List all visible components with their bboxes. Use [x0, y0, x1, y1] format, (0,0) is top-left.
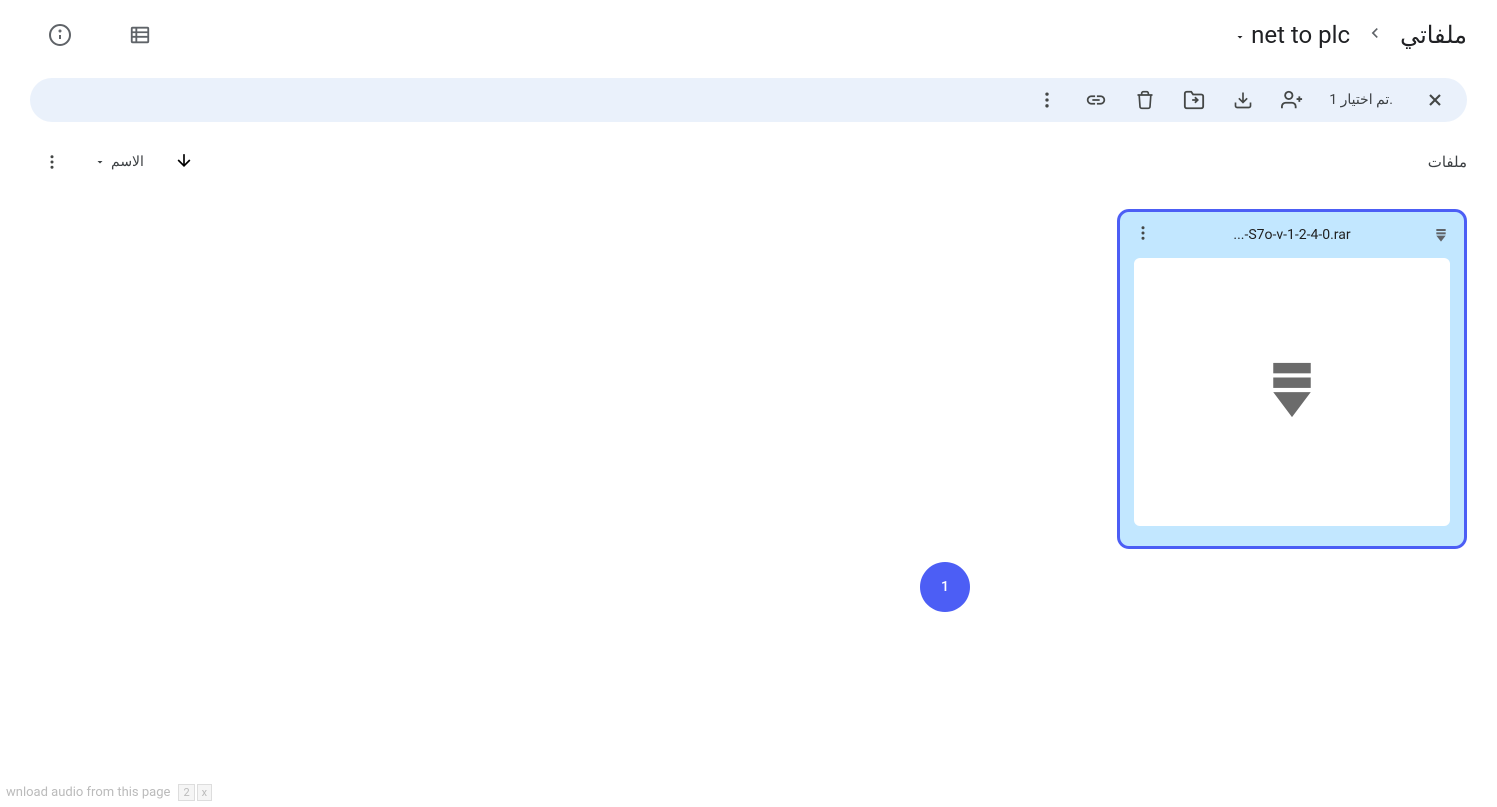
- delete-icon[interactable]: [1133, 88, 1157, 112]
- list-view-icon[interactable]: [120, 15, 160, 55]
- sort-controls: الاسم: [40, 150, 194, 174]
- file-grid: ...-S7o-v-1-2-4-0.rar: [0, 189, 1497, 569]
- archive-large-icon: [1267, 360, 1317, 424]
- chevron-left-icon: [1365, 23, 1385, 48]
- sort-direction-icon[interactable]: [174, 150, 194, 174]
- section-title: ملفات: [1428, 153, 1467, 171]
- archive-filetype-icon: [1432, 227, 1450, 243]
- footer-btn-1[interactable]: 2: [178, 784, 194, 801]
- content-header: الاسم ملفات: [0, 130, 1497, 189]
- file-more-icon[interactable]: [1134, 224, 1152, 246]
- file-preview-area: [1134, 258, 1450, 526]
- footer-close-btn[interactable]: x: [197, 784, 212, 801]
- header-bar: net to plc ملفاتي: [0, 0, 1497, 70]
- dropdown-arrow-icon: [1234, 21, 1246, 49]
- dropdown-arrow-icon: [94, 156, 106, 168]
- more-vert-icon[interactable]: [40, 150, 64, 174]
- count-badge[interactable]: 1: [920, 562, 970, 612]
- file-card[interactable]: ...-S7o-v-1-2-4-0.rar: [1117, 209, 1467, 549]
- file-card-header: ...-S7o-v-1-2-4-0.rar: [1120, 212, 1464, 258]
- footer-extension-bar: wnload audio from this page 2 x: [0, 777, 212, 807]
- info-icon[interactable]: [40, 15, 80, 55]
- breadcrumb: net to plc ملفاتي: [1234, 21, 1467, 49]
- footer-text: wnload audio from this page: [0, 781, 176, 804]
- sort-by-name[interactable]: الاسم: [94, 154, 144, 170]
- close-icon[interactable]: [1423, 88, 1447, 112]
- header-left-controls: [40, 15, 160, 55]
- file-name-label: ...-S7o-v-1-2-4-0.rar: [1152, 227, 1432, 243]
- breadcrumb-current-folder[interactable]: net to plc: [1234, 21, 1350, 49]
- move-to-icon[interactable]: [1182, 88, 1206, 112]
- breadcrumb-root[interactable]: ملفاتي: [1400, 21, 1467, 49]
- link-icon[interactable]: [1084, 88, 1108, 112]
- selection-toolbar: تم اختيار 1.: [30, 78, 1467, 122]
- sort-label-text: الاسم: [111, 154, 144, 170]
- download-icon[interactable]: [1231, 88, 1255, 112]
- share-user-icon[interactable]: [1280, 88, 1304, 112]
- more-options-icon[interactable]: [1035, 88, 1059, 112]
- badge-count: 1: [941, 579, 949, 595]
- current-folder-label: net to plc: [1251, 21, 1350, 49]
- selection-count-label: تم اختيار 1.: [1329, 92, 1393, 108]
